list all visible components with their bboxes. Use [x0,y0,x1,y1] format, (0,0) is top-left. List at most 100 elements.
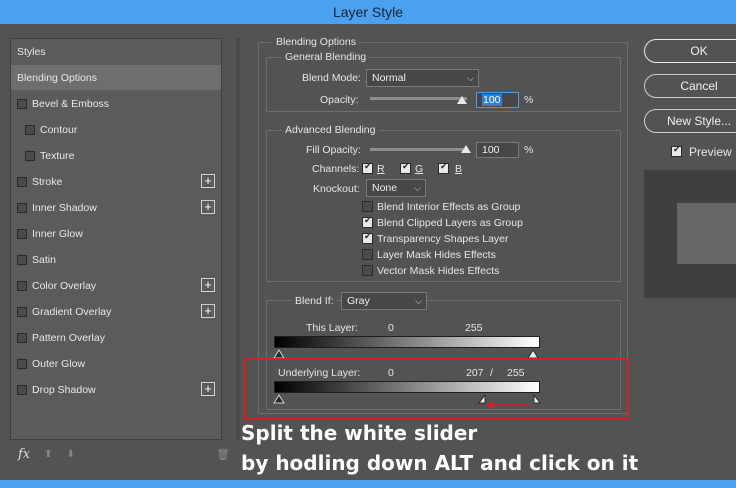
vector-mask-hides-label: Vector Mask Hides Effects [377,265,500,277]
gradient-overlay-checkbox[interactable] [17,306,27,317]
styles-item-stroke[interactable]: Stroke + [11,169,221,194]
fill-opacity-label: Fill Opacity: [306,144,361,156]
layer-mask-hides-checkbox[interactable] [362,249,373,260]
styles-item-label: Inner Glow [32,227,83,240]
styles-footer-toolbar: fx ⬆ ⬇ 🗑 [18,444,230,464]
fill-opacity-slider-track[interactable] [370,148,467,151]
blend-mode-value: Normal [372,72,406,84]
channel-b-label: B [455,163,463,175]
ok-button[interactable]: OK [644,39,736,63]
satin-checkbox[interactable] [17,254,27,265]
styles-item-bevel-emboss[interactable]: Bevel & Emboss [11,91,221,116]
styles-item-label: Stroke [32,175,63,188]
annotation-highlight-box [244,358,629,420]
this-layer-low-value: 0 [388,322,394,334]
styles-item-pattern-overlay[interactable]: Pattern Overlay [11,325,221,350]
knockout-dropdown[interactable]: None ⌵ [366,179,426,197]
styles-item-contour[interactable]: Contour [11,117,221,142]
styles-item-label: Styles [17,45,46,58]
blend-interior-effects-label: Blend Interior Effects as Group [377,201,521,213]
vector-mask-hides-checkbox[interactable] [362,265,373,276]
trash-icon[interactable]: 🗑 [216,448,230,461]
styles-item-label: Satin [32,253,56,266]
blend-clipped-layers-checkbox[interactable] [362,216,373,228]
add-gradient-overlay-plus-icon[interactable]: + [201,304,215,318]
outer-glow-checkbox[interactable] [17,358,27,369]
style-preview-thumbnail [644,170,736,298]
layer-mask-hides-label: Layer Mask Hides Effects [377,249,496,261]
styles-header-item[interactable]: Styles [11,39,221,64]
move-up-arrow-icon[interactable]: ⬆ [44,449,52,460]
fill-opacity-percent: % [524,144,534,156]
opacity-label: Opacity: [320,94,359,106]
stroke-checkbox[interactable] [17,176,27,187]
styles-item-outer-glow[interactable]: Outer Glow [11,351,221,376]
transparency-shapes-checkbox[interactable] [362,232,373,244]
blend-if-value: Gray [347,295,370,307]
styles-item-inner-shadow[interactable]: Inner Shadow + [11,195,221,220]
opacity-value: 100 [482,94,502,106]
channel-g-label: G [415,163,424,175]
window-title: Layer Style [332,4,404,20]
blend-mode-dropdown[interactable]: Normal ⌵ [366,69,479,87]
fx-icon[interactable]: fx [18,447,30,462]
cancel-button[interactable]: Cancel [644,74,736,98]
opacity-slider-thumb[interactable] [457,96,467,104]
styles-item-label: Drop Shadow [32,383,96,396]
inner-glow-checkbox[interactable] [17,228,27,239]
window-title-bar: Layer Style [0,0,736,24]
blend-mode-label: Blend Mode: [302,72,361,84]
styles-item-label: Inner Shadow [32,201,97,214]
styles-item-inner-glow[interactable]: Inner Glow [11,221,221,246]
chevron-down-icon: ⌵ [414,183,421,193]
chevron-down-icon: ⌵ [415,296,422,306]
channel-g-checkbox[interactable] [400,162,411,174]
pattern-overlay-checkbox[interactable] [17,332,27,343]
add-drop-shadow-plus-icon[interactable]: + [201,382,215,396]
chevron-down-icon: ⌵ [467,73,474,83]
annotation-line-1: Split the white slider [241,421,478,445]
channel-b-checkbox[interactable] [438,162,449,174]
styles-item-label: Color Overlay [32,279,97,292]
styles-item-label: Pattern Overlay [32,331,105,344]
opacity-percent: % [524,94,534,106]
blend-if-label: Blend If: [292,295,337,307]
styles-item-label: Contour [40,123,78,136]
styles-item-texture[interactable]: Texture [11,143,221,168]
color-overlay-checkbox[interactable] [17,280,27,291]
channel-r-checkbox[interactable] [362,162,373,174]
contour-checkbox[interactable] [25,124,35,135]
preview-label: Preview [689,145,732,159]
texture-checkbox[interactable] [25,150,35,161]
styles-item-blending-options[interactable]: Blending Options [11,65,221,90]
bevel-emboss-checkbox[interactable] [17,98,27,109]
styles-item-label: Texture [40,149,75,162]
blend-if-dropdown[interactable]: Gray ⌵ [341,292,427,310]
blending-options-title: Blending Options [273,36,359,48]
blend-interior-effects-checkbox[interactable] [362,201,373,212]
opacity-input[interactable]: 100 [476,92,519,108]
styles-item-drop-shadow[interactable]: Drop Shadow + [11,377,221,402]
add-color-overlay-plus-icon[interactable]: + [201,278,215,292]
knockout-value: None [372,182,398,194]
annotation-line-2: by hodling down ALT and click on it [241,451,639,475]
inner-shadow-checkbox[interactable] [17,202,27,213]
opacity-slider-track[interactable] [370,97,467,100]
styles-item-label: Gradient Overlay [32,305,112,318]
fill-opacity-input[interactable]: 100 [476,142,519,158]
drop-shadow-checkbox[interactable] [17,384,27,395]
add-stroke-plus-icon[interactable]: + [201,174,215,188]
fill-opacity-slider-thumb[interactable] [461,145,471,153]
new-style-button[interactable]: New Style... [644,109,736,133]
add-inner-shadow-plus-icon[interactable]: + [201,200,215,214]
move-down-arrow-icon[interactable]: ⬇ [67,449,75,460]
styles-list: Styles Blending Options Bevel & Emboss C… [10,38,222,440]
styles-item-label: Outer Glow [32,357,86,370]
preview-checkbox[interactable] [671,145,682,157]
panel-scrollbar[interactable] [236,38,240,440]
this-layer-label: This Layer: [306,322,358,334]
styles-item-gradient-overlay[interactable]: Gradient Overlay + [11,299,221,324]
styles-item-satin[interactable]: Satin [11,247,221,272]
styles-item-color-overlay[interactable]: Color Overlay + [11,273,221,298]
this-layer-high-value: 255 [465,322,483,334]
